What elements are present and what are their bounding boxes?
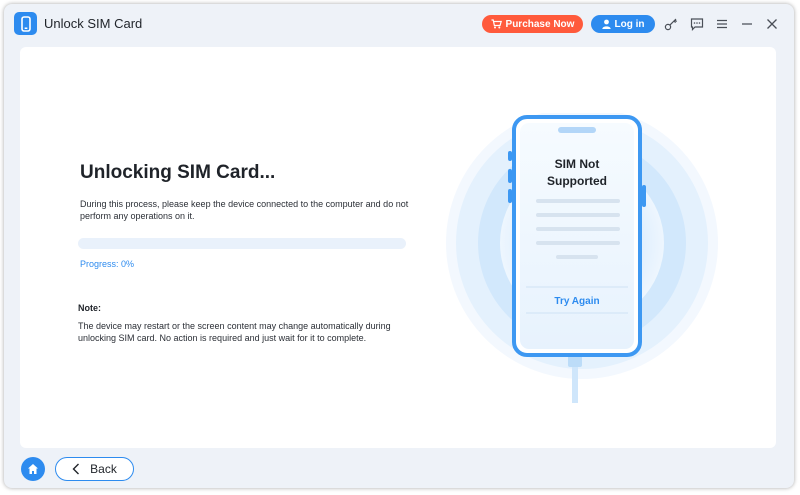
cart-icon (491, 19, 502, 29)
back-arrow-icon (72, 463, 80, 475)
key-icon[interactable] (662, 15, 680, 33)
back-label: Back (90, 462, 117, 476)
phone-app-icon (14, 12, 37, 35)
login-button[interactable]: Log in (591, 15, 655, 33)
login-label: Log in (614, 18, 645, 30)
home-icon (28, 464, 38, 474)
purchase-now-button[interactable]: Purchase Now (482, 15, 583, 33)
progress-label: Progress: 0% (80, 259, 135, 269)
page-title: Unlocking SIM Card... (80, 162, 276, 183)
home-button[interactable] (21, 457, 45, 481)
app-window: Unlock SIM Card Purchase Now Log in Unlo… (4, 4, 794, 488)
note-title: Note: (78, 303, 101, 313)
sim-not-line1: SIM Not (555, 157, 600, 171)
main-card: Unlocking SIM Card... During this proces… (20, 47, 776, 448)
sim-not-line2: Supported (547, 174, 607, 188)
process-description: During this process, please keep the dev… (80, 199, 409, 221)
note-text: The device may restart or the screen con… (78, 321, 391, 343)
try-again-button: Try Again (554, 296, 599, 307)
back-button[interactable]: Back (55, 457, 134, 481)
purchase-now-label: Purchase Now (505, 18, 575, 30)
title-bar: Unlock SIM Card Purchase Now Log in (4, 4, 794, 44)
phone-illustration: SIM Not Supported Try Again (446, 113, 718, 403)
menu-icon[interactable] (713, 15, 731, 33)
feedback-icon[interactable] (688, 15, 706, 33)
progress-bar (78, 238, 406, 249)
close-icon[interactable] (763, 15, 781, 33)
minimize-icon[interactable] (738, 15, 756, 33)
app-title: Unlock SIM Card (44, 16, 143, 31)
user-icon (601, 19, 611, 29)
